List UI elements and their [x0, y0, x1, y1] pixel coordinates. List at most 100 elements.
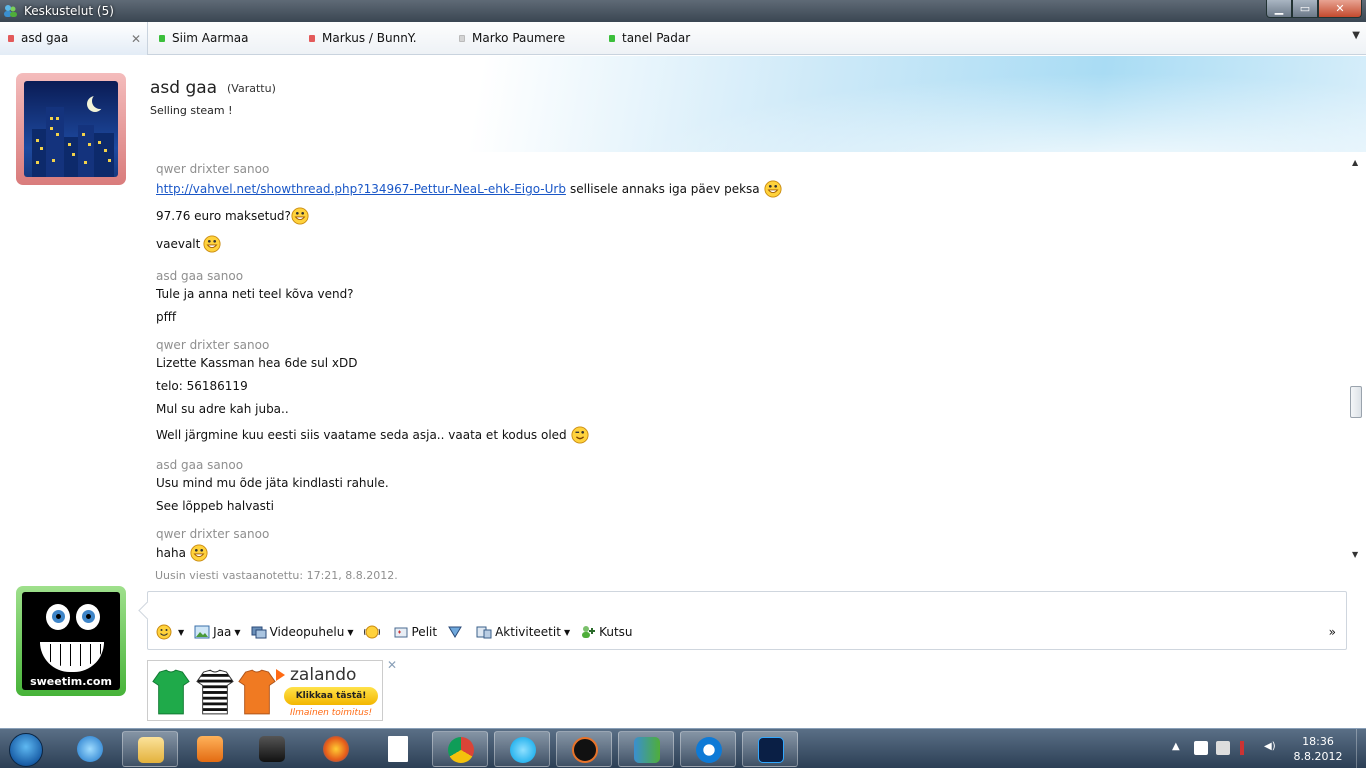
message-line: http://vahvel.net/showthread.php?134967-… — [156, 180, 782, 198]
smiley-icon — [156, 624, 172, 640]
message-line: Lizette Kassman hea 6de sul xDD — [156, 356, 357, 370]
tray-expand-arrow-icon[interactable]: ▲ — [1172, 741, 1186, 755]
conversation-history[interactable]: qwer drixter sanoo http://vahvel.net/sho… — [150, 158, 1346, 582]
games-icon — [394, 627, 407, 638]
tab-label: asd gaa — [21, 31, 69, 45]
media-player-icon — [197, 736, 223, 762]
grin-emoticon-icon — [291, 207, 309, 225]
tab-siim-aarmaa[interactable]: Siim Aarmaa — [159, 22, 248, 55]
scrollbar-thumb[interactable] — [1350, 386, 1362, 418]
taskbar-messenger[interactable] — [618, 731, 674, 767]
message-text: telo: 56186119 — [156, 379, 248, 393]
compose-toolbar: ▼ Jaa ▼ Videopuhelu ▼ Pelit Aktiviteetit… — [156, 624, 643, 640]
picture-icon — [194, 625, 210, 639]
message-sender: asd gaa sanoo — [156, 458, 244, 472]
invite-button[interactable]: Kutsu — [580, 624, 633, 640]
invite-contact-icon — [582, 626, 596, 638]
taskbar-explorer[interactable] — [122, 731, 178, 767]
windows-logo-icon — [9, 733, 43, 767]
blank-document-icon — [388, 736, 408, 762]
tab-asd-gaa[interactable]: asd gaa ✕ — [0, 21, 148, 55]
taskbar-teamviewer[interactable] — [680, 731, 736, 767]
conversation-tabs: asd gaa ✕ Siim Aarmaa Markus / BunnY. Ma… — [0, 21, 1366, 55]
close-ad-icon[interactable]: ✕ — [387, 658, 397, 672]
message-text: 97.76 euro maksetud? — [156, 209, 291, 223]
grin-emoticon-icon — [190, 544, 208, 562]
message-line: Usu mind mu õde jäta kindlasti rahule. — [156, 476, 389, 490]
chevron-down-icon: ▼ — [563, 627, 571, 637]
status-dot-icon — [609, 34, 615, 42]
message-line: See lõppeb halvasti — [156, 499, 274, 513]
maximize-button[interactable]: ▭ — [1292, 0, 1318, 18]
taskbar-laptop[interactable] — [244, 731, 300, 767]
scroll-down-arrow-icon[interactable]: ▼ — [1352, 550, 1358, 559]
tab-markus-bunny[interactable]: Markus / BunnY. — [309, 22, 417, 55]
activities-button[interactable]: Aktiviteetit ▼ — [476, 624, 570, 640]
user-avatar[interactable]: sweetim.com — [16, 586, 126, 696]
activities-icon — [476, 626, 492, 639]
tab-label: Marko Paumere — [472, 31, 566, 45]
chevron-down-icon: ▼ — [347, 627, 354, 637]
scroll-up-arrow-icon[interactable]: ▲ — [1352, 158, 1358, 167]
message-link[interactable]: http://vahvel.net/showthread.php?134967-… — [156, 182, 566, 196]
usb-device-icon[interactable] — [1216, 741, 1230, 755]
emoticon-picker-button[interactable]: ▼ — [156, 624, 184, 640]
taskbar-skype[interactable] — [494, 731, 550, 767]
advertisement-banner[interactable]: zalando Klikkaa tästä! Ilmainen toimitus… — [147, 660, 383, 721]
taskbar-media-player[interactable] — [182, 731, 238, 767]
clock-time: 18:36 — [1302, 735, 1334, 748]
ad-subtext: Ilmainen toimitus! — [290, 708, 373, 718]
ie-icon — [77, 736, 103, 762]
action-center-icon[interactable] — [1194, 741, 1208, 755]
minimize-button[interactable]: ▁ — [1266, 0, 1292, 18]
message-compose-box[interactable]: ▼ Jaa ▼ Videopuhelu ▼ Pelit Aktiviteetit… — [147, 591, 1347, 650]
skype-icon — [510, 737, 536, 763]
last-received-notice: Uusin viesti vastaanotettu: 17:21, 8.8.2… — [155, 569, 398, 582]
windows-taskbar: ▲ ◀) 18:36 8.8.2012 — [0, 728, 1366, 768]
contact-name: asd gaa — [150, 78, 218, 98]
orange-shirt-image — [238, 669, 276, 715]
tab-tanel-padar[interactable]: tanel Padar — [609, 22, 690, 55]
volume-icon[interactable]: ◀) — [1264, 741, 1278, 755]
toolbar-more-icon[interactable]: » — [1329, 625, 1336, 639]
show-desktop-button[interactable] — [1356, 729, 1366, 768]
tab-label: Markus / BunnY. — [322, 31, 417, 45]
tab-marko-paumere[interactable]: Marko Paumere — [459, 22, 565, 55]
status-dot-icon — [459, 34, 465, 42]
share-button[interactable]: Jaa ▼ — [194, 624, 241, 640]
taskbar-photoshop[interactable] — [742, 731, 798, 767]
message-line: Tule ja anna neti teel kõva vend? — [156, 287, 354, 301]
taskbar-document[interactable] — [370, 731, 426, 767]
taskbar-half-life[interactable] — [556, 731, 612, 767]
title-bar: Keskustelut (5) ▁ ▭ ✕ — [0, 0, 1366, 22]
striped-shirt-image — [196, 669, 234, 715]
message-text: vaevalt — [156, 237, 201, 251]
status-dot-icon — [159, 34, 165, 42]
taskbar-firefox[interactable] — [308, 731, 364, 767]
games-button[interactable]: Pelit — [393, 624, 437, 640]
conversation-scrollbar[interactable]: ▲ ▼ — [1349, 158, 1363, 566]
video-call-button[interactable]: Videopuhelu ▼ — [251, 624, 354, 640]
message-line: vaevalt — [156, 235, 221, 253]
tab-overflow-chevron-icon[interactable]: ▼ — [1352, 30, 1360, 41]
network-icon[interactable] — [1240, 741, 1254, 755]
wink-send-icon — [448, 626, 462, 638]
messenger-app-icon — [4, 5, 17, 17]
ad-cta-button[interactable]: Klikkaa tästä! — [284, 687, 378, 705]
close-button[interactable]: ✕ — [1318, 0, 1362, 18]
zalando-logo-icon — [276, 669, 285, 681]
chrome-icon — [448, 737, 474, 763]
contact-avatar[interactable] — [16, 73, 126, 185]
taskbar-clock[interactable]: 18:36 8.8.2012 — [1282, 734, 1354, 764]
close-tab-icon[interactable]: ✕ — [131, 32, 141, 46]
contact-status: (Varattu) — [227, 82, 276, 95]
avatar-brand-text: sweetim.com — [30, 675, 112, 688]
photoshop-icon — [758, 737, 784, 763]
wink-button[interactable] — [447, 624, 466, 640]
start-button[interactable] — [2, 731, 50, 767]
nudge-button[interactable] — [363, 624, 383, 640]
city-night-avatar-image — [24, 81, 118, 177]
taskbar-chrome[interactable] — [432, 731, 488, 767]
message-text: haha — [156, 546, 186, 560]
taskbar-ie[interactable] — [62, 731, 118, 767]
